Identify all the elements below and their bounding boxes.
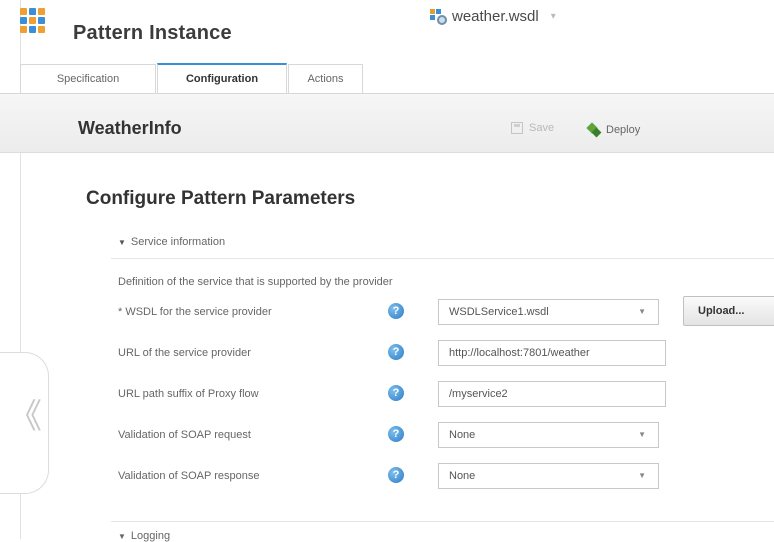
dropdown-caret-icon: ▼ <box>638 307 646 316</box>
help-icon[interactable]: ? <box>388 467 404 483</box>
dropdown-caret-icon: ▼ <box>638 471 646 480</box>
app-logo-icon <box>20 8 45 49</box>
soap-request-validation-select[interactable]: None ▼ <box>438 422 659 448</box>
tab-actions[interactable]: Actions <box>288 64 363 93</box>
expand-triangle-icon: ▼ <box>118 237 126 247</box>
help-icon[interactable]: ? <box>388 344 404 360</box>
save-icon <box>511 122 523 134</box>
chevron-down-icon[interactable]: ▾ <box>551 11 556 22</box>
param-label-soap-response: Validation of SOAP response <box>118 470 260 482</box>
file-tab[interactable]: weather.wsdl ▾ <box>430 8 556 25</box>
group-description: Definition of the service that is suppor… <box>118 276 393 288</box>
param-label-url: URL of the service provider <box>118 347 251 359</box>
page-title: Pattern Instance <box>73 22 232 44</box>
soap-response-validation-select[interactable]: None ▼ <box>438 463 659 489</box>
help-icon[interactable]: ? <box>388 385 404 401</box>
param-label-path-suffix: URL path suffix of Proxy flow <box>118 388 259 400</box>
service-url-input[interactable]: http://localhost:7801/weather <box>438 340 666 366</box>
dropdown-caret-icon: ▼ <box>638 430 646 439</box>
param-label-wsdl: * WSDL for the service provider <box>118 306 272 318</box>
save-button[interactable]: Save <box>511 122 554 134</box>
wsdl-select-value: WSDLService1.wsdl <box>449 306 549 318</box>
file-name: weather.wsdl <box>452 8 539 25</box>
param-label-soap-request: Validation of SOAP request <box>118 429 251 441</box>
help-icon[interactable]: ? <box>388 426 404 442</box>
logging-toggle[interactable]: ▼ Logging <box>118 530 170 542</box>
expand-triangle-icon: ▼ <box>118 531 126 541</box>
logging-label: Logging <box>130 530 171 542</box>
group-divider <box>111 258 774 259</box>
group-divider <box>111 521 774 522</box>
tab-specification[interactable]: Specification <box>20 64 156 93</box>
deploy-label: Deploy <box>606 124 641 136</box>
instance-name: WeatherInfo <box>78 118 182 138</box>
service-information-toggle[interactable]: ▼ Service information <box>118 236 225 248</box>
soap-response-value: None <box>449 470 476 482</box>
help-icon[interactable]: ? <box>388 303 404 319</box>
wsdl-select[interactable]: WSDLService1.wsdl ▼ <box>438 299 659 325</box>
soap-request-value: None <box>449 429 476 441</box>
upload-button[interactable]: Upload... <box>683 296 774 326</box>
wsdl-file-icon <box>430 8 448 25</box>
deploy-button[interactable]: Deploy <box>586 122 640 138</box>
save-label: Save <box>529 122 555 134</box>
path-suffix-input[interactable]: /myservice2 <box>438 381 666 407</box>
collapse-icon[interactable]: 《 <box>8 400 42 434</box>
deploy-icon <box>586 122 602 138</box>
tab-configuration[interactable]: Configuration <box>157 63 287 93</box>
group-label: Service information <box>130 236 226 248</box>
section-title: Configure Pattern Parameters <box>86 188 356 209</box>
